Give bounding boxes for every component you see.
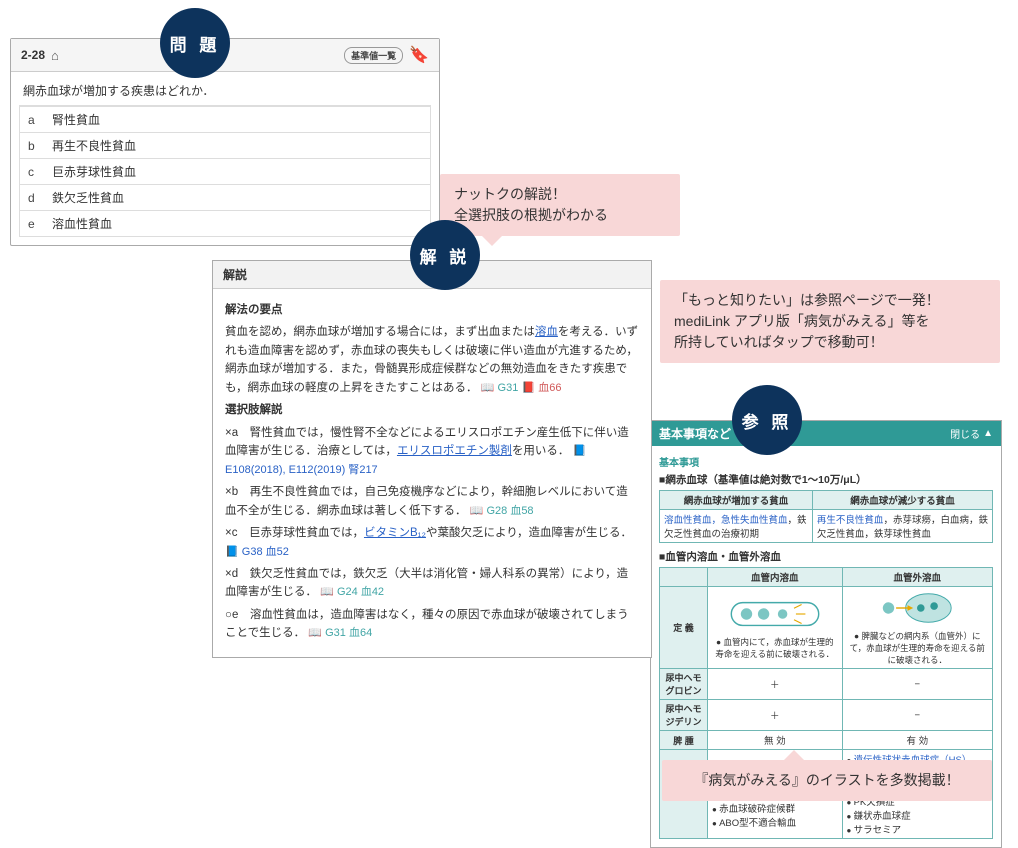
ref-b[interactable]: 📖 G28 血58 xyxy=(470,505,534,517)
explanation-section1-body: 貧血を認め，網赤血球が増加する場合には，まず出血または溶血を考える．いずれも造血… xyxy=(225,323,639,397)
reference-values-button[interactable]: 基準値一覧 xyxy=(344,47,403,64)
reticulocyte-table: 網赤血球が増加する貧血網赤血球が減少する貧血 溶血性貧血，急性失血性貧血，鉄欠乏… xyxy=(659,490,993,543)
extravascular-illustration xyxy=(867,589,967,627)
choice-a[interactable]: a腎性貧血 xyxy=(19,106,431,133)
choice-c[interactable]: c巨赤芽球性貧血 xyxy=(19,159,431,185)
choice-e[interactable]: e溶血性貧血 xyxy=(19,211,431,237)
intravascular-illustration xyxy=(725,595,825,633)
problem-id: 2-28 xyxy=(21,48,45,62)
home-icon[interactable]: ⌂ xyxy=(51,48,59,63)
explanation-item-d: ×d 鉄欠乏性貧血では，鉄欠乏（大半は消化管・婦人科系の異常）により，造血障害が… xyxy=(225,565,639,602)
ref-d[interactable]: 📖 G24 血42 xyxy=(320,586,384,598)
ref-tag-blood66[interactable]: 📕 血66 xyxy=(522,382,562,394)
ref-e[interactable]: 📖 G31 血64 xyxy=(308,627,372,639)
explanation-item-e: ○e 溶血性貧血は，造血障害はなく，種々の原因で赤血球が破壊されてしまうことで生… xyxy=(225,606,639,643)
choice-list: a腎性貧血 b再生不良性貧血 c巨赤芽球性貧血 d鉄欠乏性貧血 e溶血性貧血 xyxy=(19,105,431,237)
reference-header: 基本事項など 閉じる ▲ xyxy=(651,421,1001,446)
explanation-item-a: ×a 腎性貧血では，慢性腎不全などによるエリスロポエチン産生低下に伴い造血障害が… xyxy=(225,424,639,480)
badge-reference: 参 照 xyxy=(732,385,802,455)
choice-d[interactable]: d鉄欠乏性貧血 xyxy=(19,185,431,211)
problem-question: 網赤血球が増加する疾患はどれか． xyxy=(11,72,439,105)
callout-explanation-note: ナットクの解説！ 全選択肢の根拠がわかる xyxy=(440,174,680,236)
badge-problem: 問 題 xyxy=(160,8,230,78)
link-hemolytic-anemia[interactable]: 溶血性貧血，急性失血性貧血 xyxy=(664,515,788,526)
link-b12[interactable]: ビタミンB₁₂ xyxy=(364,527,426,539)
choice-b[interactable]: b再生不良性貧血 xyxy=(19,133,431,159)
reference-sub2: ■血管内溶血・血管外溶血 xyxy=(659,549,993,564)
ref-tag-g31[interactable]: 📖 G31 xyxy=(481,382,519,394)
problem-panel: 2-28 ⌂ 基準値一覧 🔖 網赤血球が増加する疾患はどれか． a腎性貧血 b再… xyxy=(10,38,440,246)
explanation-panel: 解説 解法の要点 貧血を認め，網赤血球が増加する場合には，まず出血または溶血を考… xyxy=(212,260,652,658)
ref-c[interactable]: 📘 G38 血52 xyxy=(225,546,289,558)
callout-illustration-note: 『病気がみえる』のイラストを多数掲載！ xyxy=(662,760,992,801)
callout-reference-note: 「もっと知りたい」は参照ページで一発！ mediLink アプリ版「病気がみえる… xyxy=(660,280,1000,363)
explanation-section2-heading: 選択肢解説 xyxy=(225,401,639,419)
badge-explanation: 解 説 xyxy=(410,220,480,290)
explanation-item-c: ×c 巨赤芽球性貧血では，ビタミンB₁₂や葉酸欠乏により，造血障害が生じる． 📘… xyxy=(225,524,639,561)
reference-sub1: ■網赤血球（基準値は絶対数で1〜10万/μL） xyxy=(659,472,993,487)
link-aplastic-anemia[interactable]: 再生不良性貧血 xyxy=(817,515,884,526)
link-hemolysis[interactable]: 溶血 xyxy=(535,326,558,338)
explanation-item-b: ×b 再生不良性貧血では，自己免疫機序などにより，幹細胞レベルにおいて造血不全が… xyxy=(225,483,639,520)
explanation-section1-heading: 解法の要点 xyxy=(225,301,639,319)
close-button[interactable]: 閉じる ▲ xyxy=(950,426,993,441)
bookmark-icon[interactable]: 🔖 xyxy=(409,45,429,65)
chevron-up-icon: ▲ xyxy=(983,428,993,439)
reference-section-heading: 基本事項 xyxy=(659,454,993,469)
link-epo[interactable]: エリスロポエチン製剤 xyxy=(397,445,512,457)
